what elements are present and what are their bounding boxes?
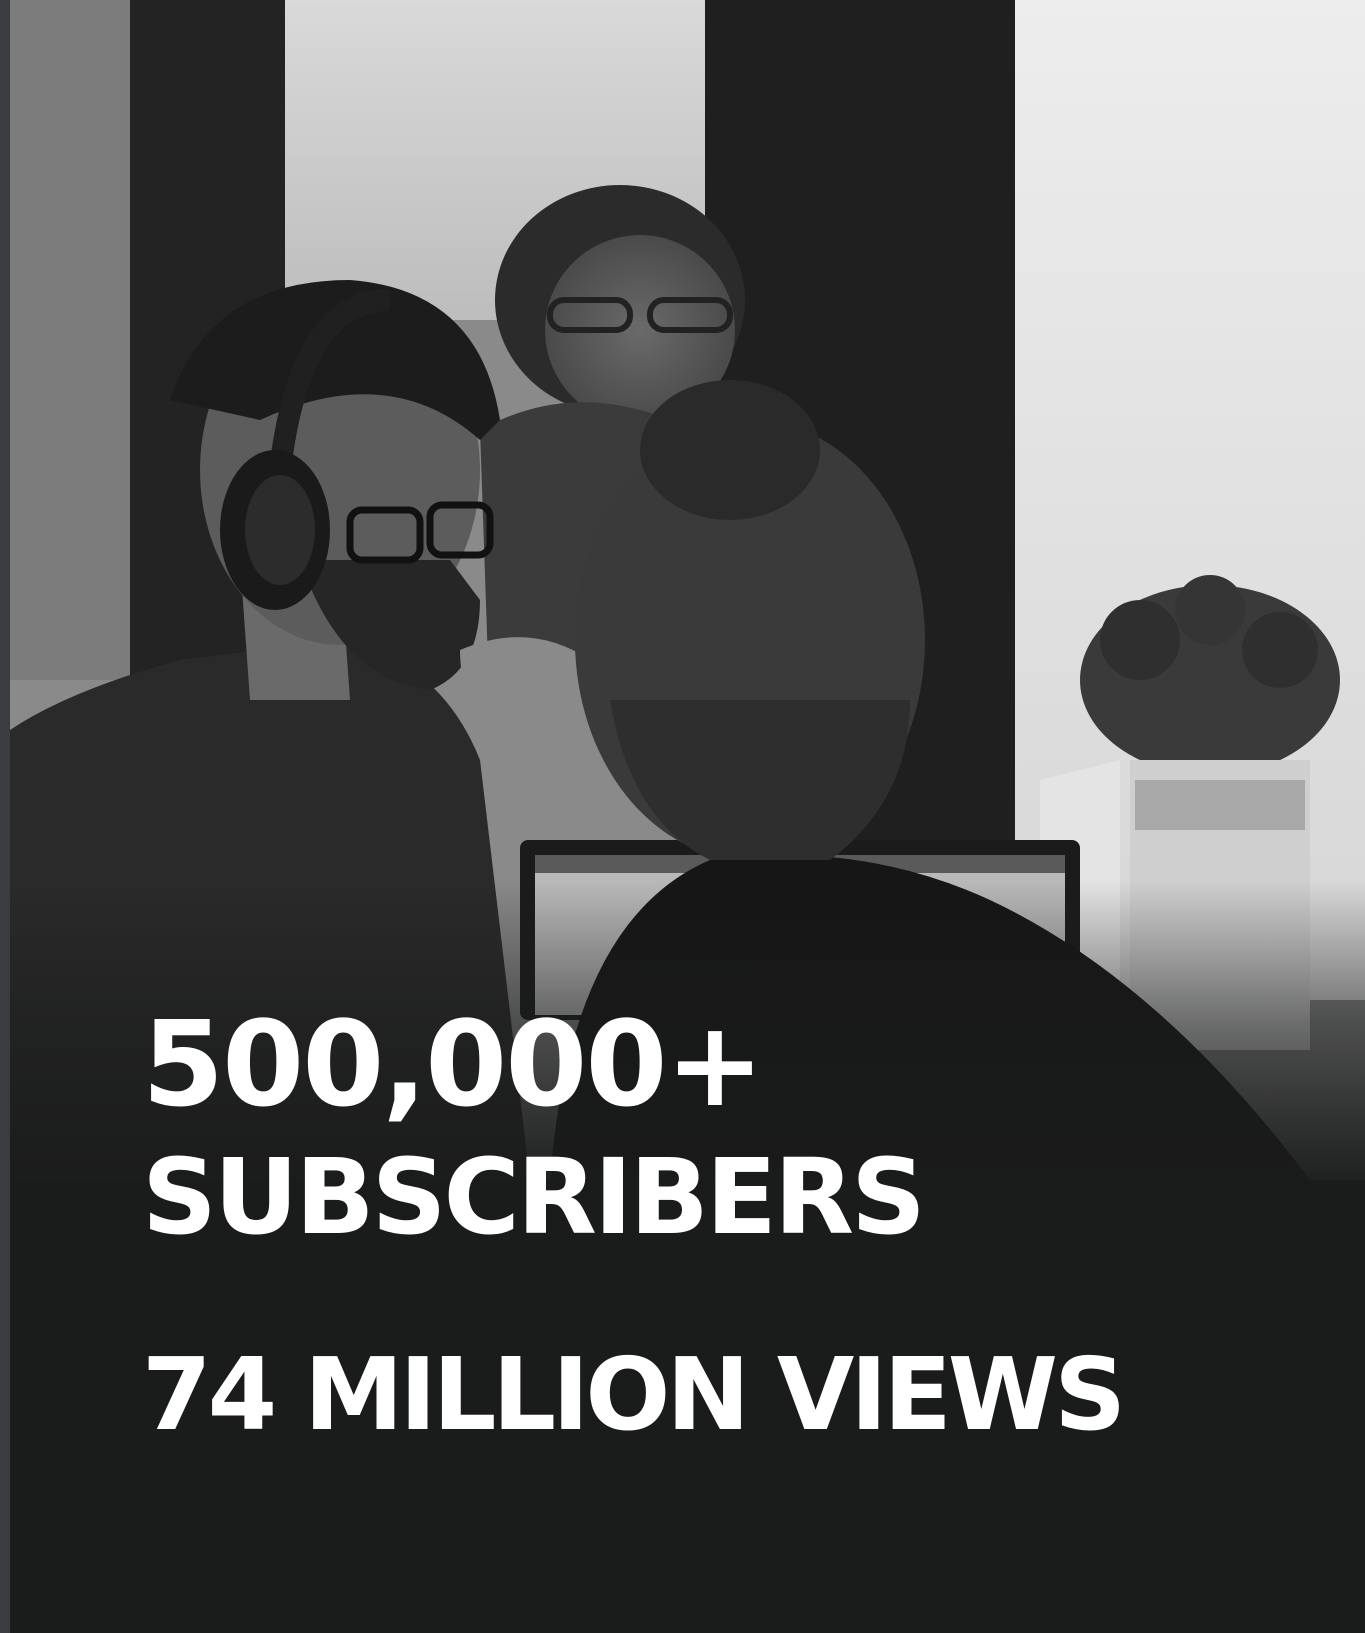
stats-block: 500,000+ SUBSCRIBERS 74 MILLION VIEWS: [142, 1005, 1322, 1445]
subscribers-label: SUBSCRIBERS: [142, 1136, 926, 1258]
views-count: 74 MILLION VIEWS: [142, 1336, 1126, 1453]
left-edge-strip: [0, 0, 10, 1633]
subscribers-count: 500,000+: [142, 995, 764, 1133]
promo-card: 500,000+ SUBSCRIBERS 74 MILLION VIEWS: [0, 0, 1365, 1633]
